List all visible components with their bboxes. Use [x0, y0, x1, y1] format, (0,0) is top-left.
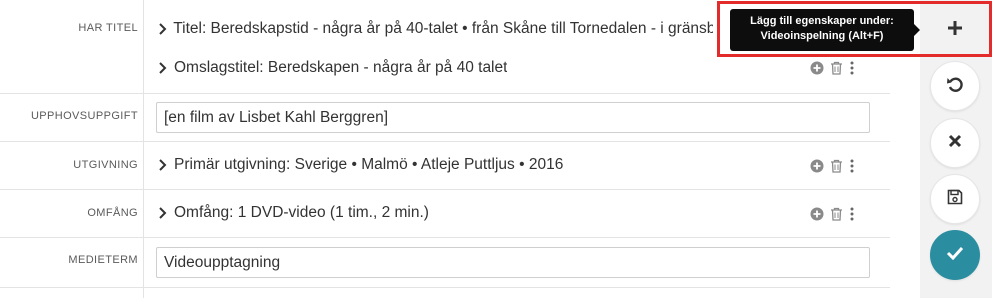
trash-icon[interactable]	[830, 159, 843, 173]
chevron-right-icon[interactable]	[158, 23, 173, 35]
field-label-upphovsuppgift: UPPHOVSUPPGIFT	[30, 110, 138, 122]
tooltip-line-2: Videoinspelning (Alt+F)	[760, 30, 884, 42]
upphovsuppgift-input[interactable]: [en film av Lisbet Kahl Berggren]	[156, 102, 870, 133]
undo-icon	[946, 75, 964, 98]
utgivning-item[interactable]: Primär utgivning: Sverige • Malmö • Atle…	[158, 152, 563, 178]
title-item-text: Titel: Beredskapstid - några år på 40-ta…	[173, 20, 713, 37]
medieterm-input[interactable]: Videoupptagning	[156, 247, 870, 278]
column-divider	[143, 0, 144, 93]
confirm-button[interactable]	[930, 230, 980, 280]
column-divider	[143, 190, 144, 237]
field-label-omfang: OMFÅNG	[87, 207, 138, 219]
tooltip-arrow	[914, 24, 920, 36]
more-vertical-icon[interactable]	[849, 61, 855, 75]
plus-circle-icon[interactable]	[810, 159, 824, 173]
column-divider	[143, 238, 144, 298]
more-vertical-icon[interactable]	[849, 207, 855, 221]
save-button[interactable]	[930, 174, 980, 224]
omfang-item[interactable]: Omfång: 1 DVD-video (1 tim., 2 min.)	[158, 200, 429, 226]
title-item-text: Omslagstitel: Beredskapen - några år på …	[174, 59, 508, 76]
row-actions	[810, 204, 855, 224]
row-divider	[0, 287, 890, 288]
checkmark-icon	[946, 246, 964, 265]
save-icon	[947, 189, 963, 210]
field-row-utgivning: UTGIVNING Primär utgivning: Sverige • Ma…	[0, 142, 890, 190]
omfang-item-text: Omfång: 1 DVD-video (1 tim., 2 min.)	[174, 204, 429, 221]
trash-icon[interactable]	[830, 207, 843, 221]
row-actions	[810, 58, 855, 78]
close-icon	[948, 134, 962, 153]
chevron-right-icon[interactable]	[158, 159, 174, 171]
tooltip-line-1: Lägg till egenskaper under:	[750, 15, 894, 27]
field-label-har-titel: HAR TITEL	[78, 22, 138, 34]
field-row-upphovsuppgift: UPPHOVSUPPGIFT [en film av Lisbet Kahl B…	[0, 94, 890, 142]
plus-circle-icon[interactable]	[810, 207, 824, 221]
column-divider	[143, 142, 144, 189]
add-properties-tooltip: Lägg till egenskaper under: Videoinspeln…	[730, 9, 914, 51]
more-vertical-icon[interactable]	[849, 159, 855, 173]
title-item-titel[interactable]: Titel: Beredskapstid - några år på 40-ta…	[158, 16, 713, 42]
utgivning-item-text: Primär utgivning: Sverige • Malmö • Atle…	[174, 156, 564, 173]
field-label-medieterm: MEDIETERM	[68, 254, 138, 266]
revert-button[interactable]	[930, 61, 980, 111]
chevron-right-icon[interactable]	[158, 62, 174, 74]
trash-icon[interactable]	[830, 61, 843, 75]
field-row-medieterm: MEDIETERM Videoupptagning	[0, 238, 890, 298]
column-divider	[143, 94, 144, 141]
field-label-utgivning: UTGIVNING	[73, 159, 138, 171]
title-item-omslagstitel[interactable]: Omslagstitel: Beredskapen - några år på …	[158, 55, 507, 81]
row-actions	[810, 156, 855, 176]
plus-circle-icon[interactable]	[810, 61, 824, 75]
cancel-button[interactable]	[930, 118, 980, 168]
chevron-right-icon[interactable]	[158, 207, 174, 219]
field-row-omfang: OMFÅNG Omfång: 1 DVD-video (1 tim., 2 mi…	[0, 190, 890, 238]
